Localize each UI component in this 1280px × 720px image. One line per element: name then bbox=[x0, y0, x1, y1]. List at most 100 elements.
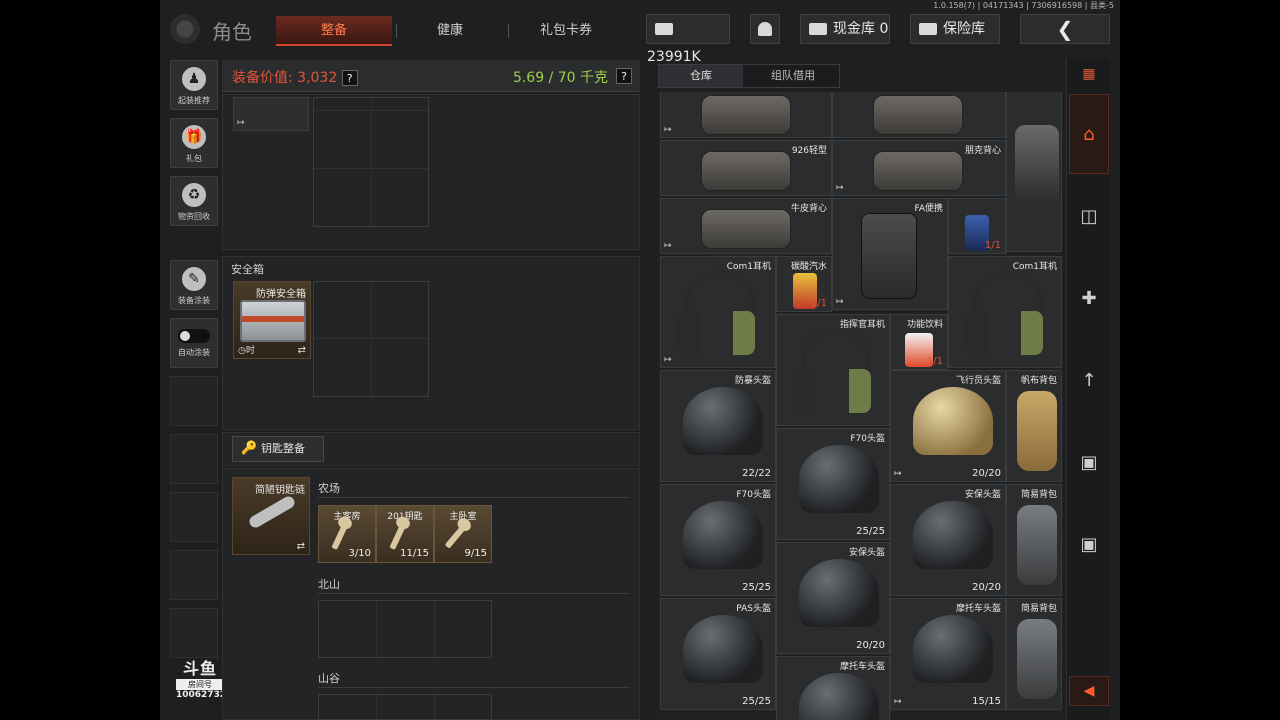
region-label-north-mountain: 北山 bbox=[318, 578, 340, 591]
pin-icon: ↦ bbox=[664, 241, 672, 251]
key-slot[interactable]: 主客房 3/10 bbox=[318, 505, 376, 563]
watermark-room-label: 房间号 bbox=[176, 679, 224, 690]
item-count: 25/25 bbox=[742, 582, 771, 593]
tab-gift-cards[interactable]: 礼包卡券 bbox=[516, 16, 616, 46]
box-icon[interactable]: ◫ bbox=[1069, 176, 1109, 256]
item-count: 15/15 bbox=[972, 696, 1001, 707]
warehouse-item[interactable]: 1/1 bbox=[948, 198, 1006, 254]
warehouse-item[interactable]: 安保头盔 20/20 bbox=[776, 542, 890, 654]
key-slot[interactable]: 主卧室 9/15 bbox=[434, 505, 492, 563]
warehouse-item[interactable]: FA便携 ↦ bbox=[832, 198, 948, 310]
item-image bbox=[1017, 391, 1057, 471]
currency-amount: 23991K bbox=[647, 49, 701, 65]
warehouse-item[interactable] bbox=[1006, 92, 1062, 252]
sidebar-item-loadout[interactable]: ♟ 起装推荐 bbox=[170, 60, 218, 110]
region-label-farm: 农场 bbox=[318, 482, 340, 495]
sidebar-item-label: 物资回收 bbox=[178, 212, 210, 221]
tab-divider bbox=[508, 24, 509, 38]
key-region-grid[interactable] bbox=[318, 694, 492, 720]
item-image bbox=[913, 501, 993, 569]
warehouse-item[interactable]: F70头盔 25/25 bbox=[776, 428, 890, 540]
help-icon[interactable]: ? bbox=[341, 70, 358, 86]
warehouse-item[interactable]: Com1耳机 bbox=[948, 256, 1062, 368]
warehouse-grid[interactable]: ↦ 926轻型 朋克背心 ↦ 牛皮背心 ↦ FA便携 ↦ 1/1 Com1耳机 … bbox=[658, 92, 1062, 720]
item-image bbox=[683, 615, 763, 683]
warehouse-item[interactable]: 摩托车头盔 bbox=[776, 656, 890, 720]
region-divider bbox=[318, 593, 630, 594]
backpack-grid[interactable] bbox=[313, 97, 429, 227]
case-band bbox=[242, 316, 304, 322]
warehouse-item[interactable]: 安保头盔 20/20 bbox=[890, 484, 1006, 596]
swap-icon[interactable]: ⇄ bbox=[298, 345, 306, 356]
ammo-icon[interactable]: ↑ bbox=[1069, 340, 1109, 420]
warehouse-item[interactable]: 摩托车头盔 15/15 ↦ bbox=[890, 598, 1006, 710]
warehouse-item[interactable]: 简易背包 bbox=[1006, 484, 1062, 596]
watermark-brand: 斗鱼 bbox=[182, 659, 217, 678]
item-name: 安保头盔 bbox=[964, 490, 1001, 500]
item-count: 20/20 bbox=[856, 640, 885, 651]
home-icon[interactable]: ⌂ bbox=[1069, 94, 1109, 174]
sidebar-empty-slot bbox=[170, 434, 218, 484]
warehouse-item[interactable]: 简易背包 bbox=[1006, 598, 1062, 710]
warehouse-item[interactable]: 飞行员头盔 20/20 ↦ bbox=[890, 370, 1006, 482]
sidebar-item-label: 礼包 bbox=[186, 154, 202, 163]
user-icon bbox=[758, 22, 772, 36]
tab-warehouse[interactable]: 仓库 bbox=[659, 65, 743, 87]
medkit-icon[interactable]: ✚ bbox=[1069, 258, 1109, 338]
tab-health[interactable]: 健康 bbox=[400, 16, 500, 46]
safe-button[interactable]: 保险库 bbox=[910, 14, 1000, 44]
sidebar-item-gift[interactable]: 🎁 礼包 bbox=[170, 118, 218, 168]
item-name: 简易背包 bbox=[1020, 604, 1057, 614]
item-image bbox=[799, 673, 879, 720]
sidebar-item-recycle[interactable]: ♻ 物资回收 bbox=[170, 176, 218, 226]
role-logo-icon bbox=[170, 14, 200, 44]
item-name: 牛皮背心 bbox=[790, 204, 827, 214]
item-image bbox=[701, 209, 791, 249]
safe-box-grid[interactable] bbox=[313, 281, 429, 397]
crate-icon[interactable]: ▣ bbox=[1069, 422, 1109, 502]
warehouse-item[interactable]: 功能饮料 1/1 bbox=[890, 314, 948, 370]
item-name: F70头盔 bbox=[850, 434, 885, 444]
warehouse-item[interactable]: 指挥官耳机 bbox=[776, 314, 890, 426]
sidebar-item-auto-paint[interactable]: 自动涂装 bbox=[170, 318, 218, 368]
help-icon[interactable]: ? bbox=[616, 68, 632, 84]
key-holder-item[interactable]: 简陋钥匙链 ⇄ bbox=[232, 477, 310, 555]
key-prep-button[interactable]: 🔑 钥匙整备 bbox=[232, 436, 324, 462]
warehouse-item[interactable]: 帆布背包 bbox=[1006, 370, 1062, 482]
warehouse-item[interactable] bbox=[832, 92, 1006, 138]
crate-icon[interactable]: ▣ bbox=[1069, 504, 1109, 584]
tab-prep[interactable]: 整备 bbox=[276, 16, 392, 46]
watermark-room-number: 10062732 bbox=[176, 690, 227, 700]
item-name: 926轻型 bbox=[791, 146, 827, 156]
swap-icon[interactable]: ⇄ bbox=[297, 541, 305, 552]
warehouse-item[interactable]: 防暴头盔 22/22 bbox=[660, 370, 776, 482]
warehouse-item[interactable]: 朋克背心 ↦ bbox=[832, 140, 1006, 196]
cash-vault-button[interactable]: 现金库 0 bbox=[800, 14, 890, 44]
profile-button[interactable] bbox=[750, 14, 780, 44]
warehouse-item[interactable]: ↦ bbox=[660, 92, 832, 138]
loadout-icon: ♟ bbox=[182, 67, 206, 91]
key-slot[interactable]: 201钥匙 11/15 bbox=[376, 505, 434, 563]
warehouse-item[interactable]: 牛皮背心 ↦ bbox=[660, 198, 832, 254]
sidebar-empty-slot bbox=[170, 550, 218, 600]
toggle-icon[interactable] bbox=[178, 329, 210, 343]
backpack-item-card[interactable]: ↦ bbox=[233, 97, 309, 131]
menu-icon[interactable]: ▦ bbox=[1075, 66, 1103, 84]
warehouse-item[interactable]: 碳酸汽水 1/1 bbox=[776, 256, 832, 312]
pin-icon: ↦ bbox=[664, 355, 672, 365]
safe-case-icon bbox=[240, 300, 306, 342]
safe-box-item[interactable]: 防弹安全箱 ◷时 ⇄ bbox=[233, 281, 311, 359]
warehouse-item[interactable]: F70头盔 25/25 bbox=[660, 484, 776, 596]
safe-box-item-name: 防弹安全箱 bbox=[256, 289, 306, 300]
warehouse-item[interactable]: Com1耳机 ↦ bbox=[660, 256, 776, 368]
back-button[interactable]: ❮ bbox=[1020, 14, 1110, 44]
tab-team-borrow[interactable]: 组队借用 bbox=[745, 65, 841, 87]
sidebar-item-paint[interactable]: ✎ 装备涂装 bbox=[170, 260, 218, 310]
item-name: 碳酸汽水 bbox=[790, 262, 827, 272]
arrow-left-icon[interactable]: ◀ bbox=[1069, 676, 1109, 706]
key-region-grid[interactable] bbox=[318, 600, 492, 658]
pin-icon: ↦ bbox=[836, 297, 844, 307]
warehouse-item[interactable]: 926轻型 bbox=[660, 140, 832, 196]
warehouse-item[interactable]: PAS头盔 25/25 bbox=[660, 598, 776, 710]
item-image bbox=[873, 151, 963, 191]
